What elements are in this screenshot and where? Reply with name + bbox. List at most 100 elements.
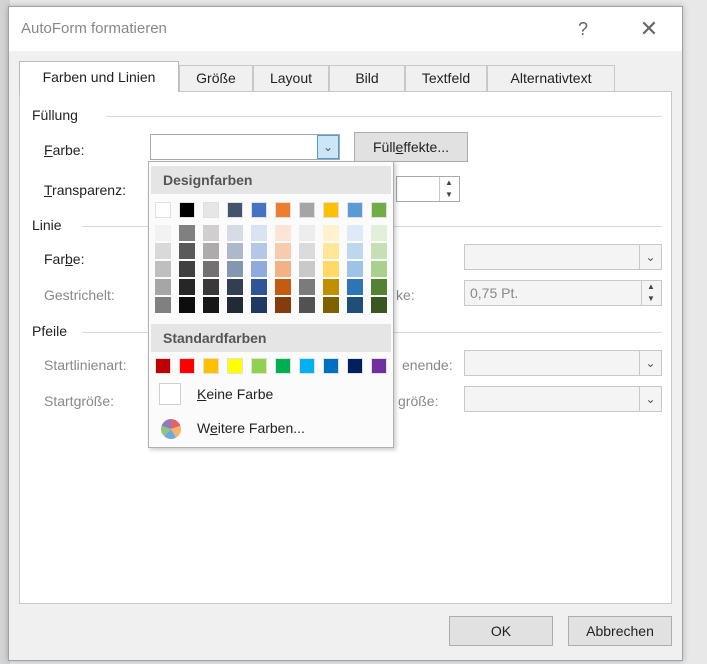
transparency-field[interactable]: ▲ ▼ [396, 176, 460, 202]
theme-shade-swatch[interactable] [203, 225, 219, 241]
theme-shade-swatch[interactable] [251, 279, 267, 295]
theme-shade-swatch[interactable] [251, 225, 267, 241]
tab-size[interactable]: Größe [179, 65, 253, 91]
theme-shade-swatch[interactable] [179, 225, 195, 241]
theme-shade-swatch[interactable] [155, 225, 171, 241]
theme-shade-swatch[interactable] [371, 225, 387, 241]
standard-color-swatch[interactable] [275, 358, 291, 374]
theme-shade-swatch[interactable] [227, 297, 243, 313]
theme-shade-swatch[interactable] [347, 297, 363, 313]
chevron-down-icon[interactable]: ⌄ [317, 135, 339, 159]
tab-alt-text[interactable]: Alternativtext [487, 65, 615, 91]
theme-shade-swatch[interactable] [227, 225, 243, 241]
spin-up-icon[interactable]: ▲ [642, 281, 660, 292]
standard-color-swatch[interactable] [371, 358, 387, 374]
theme-shade-swatch[interactable] [227, 261, 243, 277]
theme-shade-swatch[interactable] [299, 225, 315, 241]
theme-shade-swatch[interactable] [275, 279, 291, 295]
tab-colors-and-lines[interactable]: Farben und Linien [19, 61, 179, 92]
theme-shade-swatch[interactable] [371, 243, 387, 259]
theme-color-swatch[interactable] [275, 202, 291, 218]
theme-shade-swatch[interactable] [251, 297, 267, 313]
standard-color-swatch[interactable] [203, 358, 219, 374]
no-color-option[interactable]: Keine Farbe [151, 380, 391, 410]
ok-button[interactable]: OK [449, 616, 553, 646]
theme-color-swatch[interactable] [299, 202, 315, 218]
theme-shade-swatch[interactable] [323, 279, 339, 295]
theme-shade-swatch[interactable] [323, 243, 339, 259]
theme-color-swatch[interactable] [251, 202, 267, 218]
theme-shade-swatch[interactable] [275, 243, 291, 259]
line-weight-spinner[interactable]: ▲ ▼ [641, 281, 661, 305]
cancel-button[interactable]: Abbrechen [568, 616, 672, 646]
help-button[interactable]: ? [566, 13, 600, 45]
theme-shade-swatch[interactable] [275, 261, 291, 277]
fill-color-dropdown[interactable]: ⌄ [150, 134, 340, 160]
theme-shade-swatch[interactable] [155, 243, 171, 259]
spin-down-icon[interactable]: ▼ [642, 293, 660, 304]
standard-color-swatch[interactable] [179, 358, 195, 374]
more-colors-option[interactable]: Weitere Farben... [151, 414, 391, 444]
tab-picture[interactable]: Bild [329, 65, 405, 91]
theme-shade-swatch[interactable] [299, 243, 315, 259]
tab-layout[interactable]: Layout [253, 65, 329, 91]
theme-shade-swatch[interactable] [227, 279, 243, 295]
theme-shade-swatch[interactable] [251, 261, 267, 277]
spin-down-icon[interactable]: ▼ [440, 189, 458, 200]
theme-color-swatch[interactable] [323, 202, 339, 218]
theme-color-swatch[interactable] [227, 202, 243, 218]
chevron-down-icon[interactable]: ⌄ [639, 351, 661, 375]
theme-shade-swatch[interactable] [371, 297, 387, 313]
standard-color-swatch[interactable] [323, 358, 339, 374]
theme-shade-swatch[interactable] [323, 261, 339, 277]
theme-shade-swatch[interactable] [155, 279, 171, 295]
theme-colors-header: Designfarben [151, 166, 391, 194]
theme-shade-swatch[interactable] [347, 261, 363, 277]
close-button[interactable]: ✕ [632, 13, 666, 45]
theme-shade-swatch[interactable] [203, 261, 219, 277]
theme-color-swatch[interactable] [371, 202, 387, 218]
theme-shade-swatch[interactable] [347, 225, 363, 241]
transparency-spinner[interactable]: ▲ ▼ [439, 177, 459, 201]
theme-shade-swatch[interactable] [251, 243, 267, 259]
theme-color-swatch[interactable] [155, 202, 171, 218]
theme-shade-swatch[interactable] [179, 261, 195, 277]
theme-shade-swatch[interactable] [323, 225, 339, 241]
theme-shade-swatch[interactable] [179, 297, 195, 313]
theme-shade-swatch[interactable] [299, 261, 315, 277]
chevron-down-icon[interactable]: ⌄ [639, 245, 661, 269]
chevron-down-icon[interactable]: ⌄ [639, 387, 661, 411]
end-style-dropdown[interactable]: ⌄ [464, 350, 662, 376]
line-weight-field[interactable]: 0,75 Pt. ▲ ▼ [464, 280, 662, 306]
theme-color-swatch[interactable] [347, 202, 363, 218]
theme-shade-swatch[interactable] [179, 243, 195, 259]
standard-color-swatch[interactable] [155, 358, 171, 374]
theme-shade-swatch[interactable] [179, 279, 195, 295]
standard-color-swatch[interactable] [299, 358, 315, 374]
standard-color-swatch[interactable] [251, 358, 267, 374]
theme-color-swatch[interactable] [203, 202, 219, 218]
standard-color-swatch[interactable] [347, 358, 363, 374]
theme-shade-swatch[interactable] [371, 279, 387, 295]
spin-up-icon[interactable]: ▲ [440, 177, 458, 188]
theme-shade-swatch[interactable] [203, 279, 219, 295]
fill-effects-button[interactable]: Fülleffekte... [354, 132, 468, 162]
standard-color-swatch[interactable] [227, 358, 243, 374]
theme-shade-swatch[interactable] [323, 297, 339, 313]
theme-shade-swatch[interactable] [155, 261, 171, 277]
theme-color-swatch[interactable] [179, 202, 195, 218]
theme-shade-swatch[interactable] [347, 279, 363, 295]
line-weight-style-dropdown[interactable]: ⌄ [464, 244, 662, 270]
theme-shade-swatch[interactable] [371, 261, 387, 277]
theme-shade-swatch[interactable] [275, 225, 291, 241]
tab-textbox[interactable]: Textfeld [405, 65, 487, 91]
end-size-dropdown[interactable]: ⌄ [464, 386, 662, 412]
theme-shade-swatch[interactable] [347, 243, 363, 259]
theme-shade-swatch[interactable] [203, 243, 219, 259]
theme-shade-swatch[interactable] [203, 297, 219, 313]
theme-shade-swatch[interactable] [299, 279, 315, 295]
theme-shade-swatch[interactable] [155, 297, 171, 313]
theme-shade-swatch[interactable] [227, 243, 243, 259]
theme-shade-swatch[interactable] [275, 297, 291, 313]
theme-shade-swatch[interactable] [299, 297, 315, 313]
